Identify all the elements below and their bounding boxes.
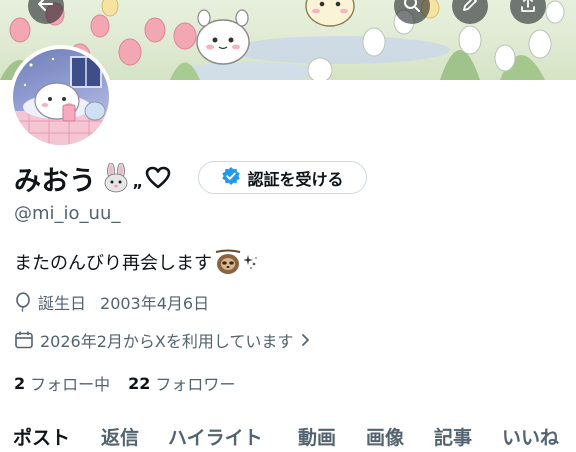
display-name: みおう: [14, 165, 97, 197]
following-count: 2: [14, 373, 26, 393]
chevron-right-icon: [301, 333, 311, 347]
share-icon: [518, 0, 538, 18]
avatar-illustration: [13, 49, 109, 145]
profile-tabs: ポスト 返信 ハイライト 動画 画像 記事 いいね: [0, 420, 576, 452]
tab-highlights[interactable]: ハイライト: [168, 423, 263, 450]
tab-media[interactable]: 画像: [366, 423, 404, 450]
birthday-label: 誕生日: [38, 294, 87, 313]
get-verified-button[interactable]: 認証を受ける: [198, 161, 367, 194]
birthday-row: 誕生日 2003年4月6日: [14, 290, 209, 314]
tab-videos[interactable]: 動画: [298, 423, 336, 450]
user-handle: @mi_io_uu_: [14, 203, 121, 224]
balloon-icon: [14, 292, 32, 312]
display-name-row: みおう „: [14, 160, 171, 197]
name-suffix: „: [132, 171, 144, 191]
following-link[interactable]: 2 フォロー中: [14, 371, 110, 395]
sparkle-icon: [244, 253, 258, 271]
profile-avatar[interactable]: [9, 45, 113, 149]
back-arrow-icon: [36, 0, 56, 18]
tab-posts[interactable]: ポスト: [13, 423, 70, 450]
verified-badge-icon: [221, 166, 241, 190]
tab-replies[interactable]: 返信: [101, 423, 139, 450]
bio-text: またのんびり再会します: [14, 253, 212, 274]
follow-stats: 2 フォロー中 22 フォロワー: [14, 371, 235, 395]
tab-likes[interactable]: いいね: [502, 423, 559, 450]
bio: またのんびり再会します: [14, 249, 258, 275]
following-label: フォロー中: [30, 375, 111, 394]
edit-icon: [460, 0, 480, 18]
followers-link[interactable]: 22 フォロワー: [128, 371, 235, 395]
get-verified-label: 認証を受ける: [247, 169, 344, 189]
rabbit-icon: [101, 163, 131, 193]
followers-count: 22: [128, 373, 151, 393]
search-icon: [402, 0, 422, 18]
followers-label: フォロワー: [155, 375, 236, 394]
sloth-icon: [214, 249, 242, 275]
tab-articles[interactable]: 記事: [434, 423, 472, 450]
heart-icon: [145, 166, 171, 190]
joined-row[interactable]: 2026年2月からXを利用しています: [14, 328, 311, 352]
joined-text: 2026年2月からXを利用しています: [40, 332, 294, 351]
calendar-icon: [14, 330, 34, 350]
birthday-value: 2003年4月6日: [100, 294, 210, 313]
